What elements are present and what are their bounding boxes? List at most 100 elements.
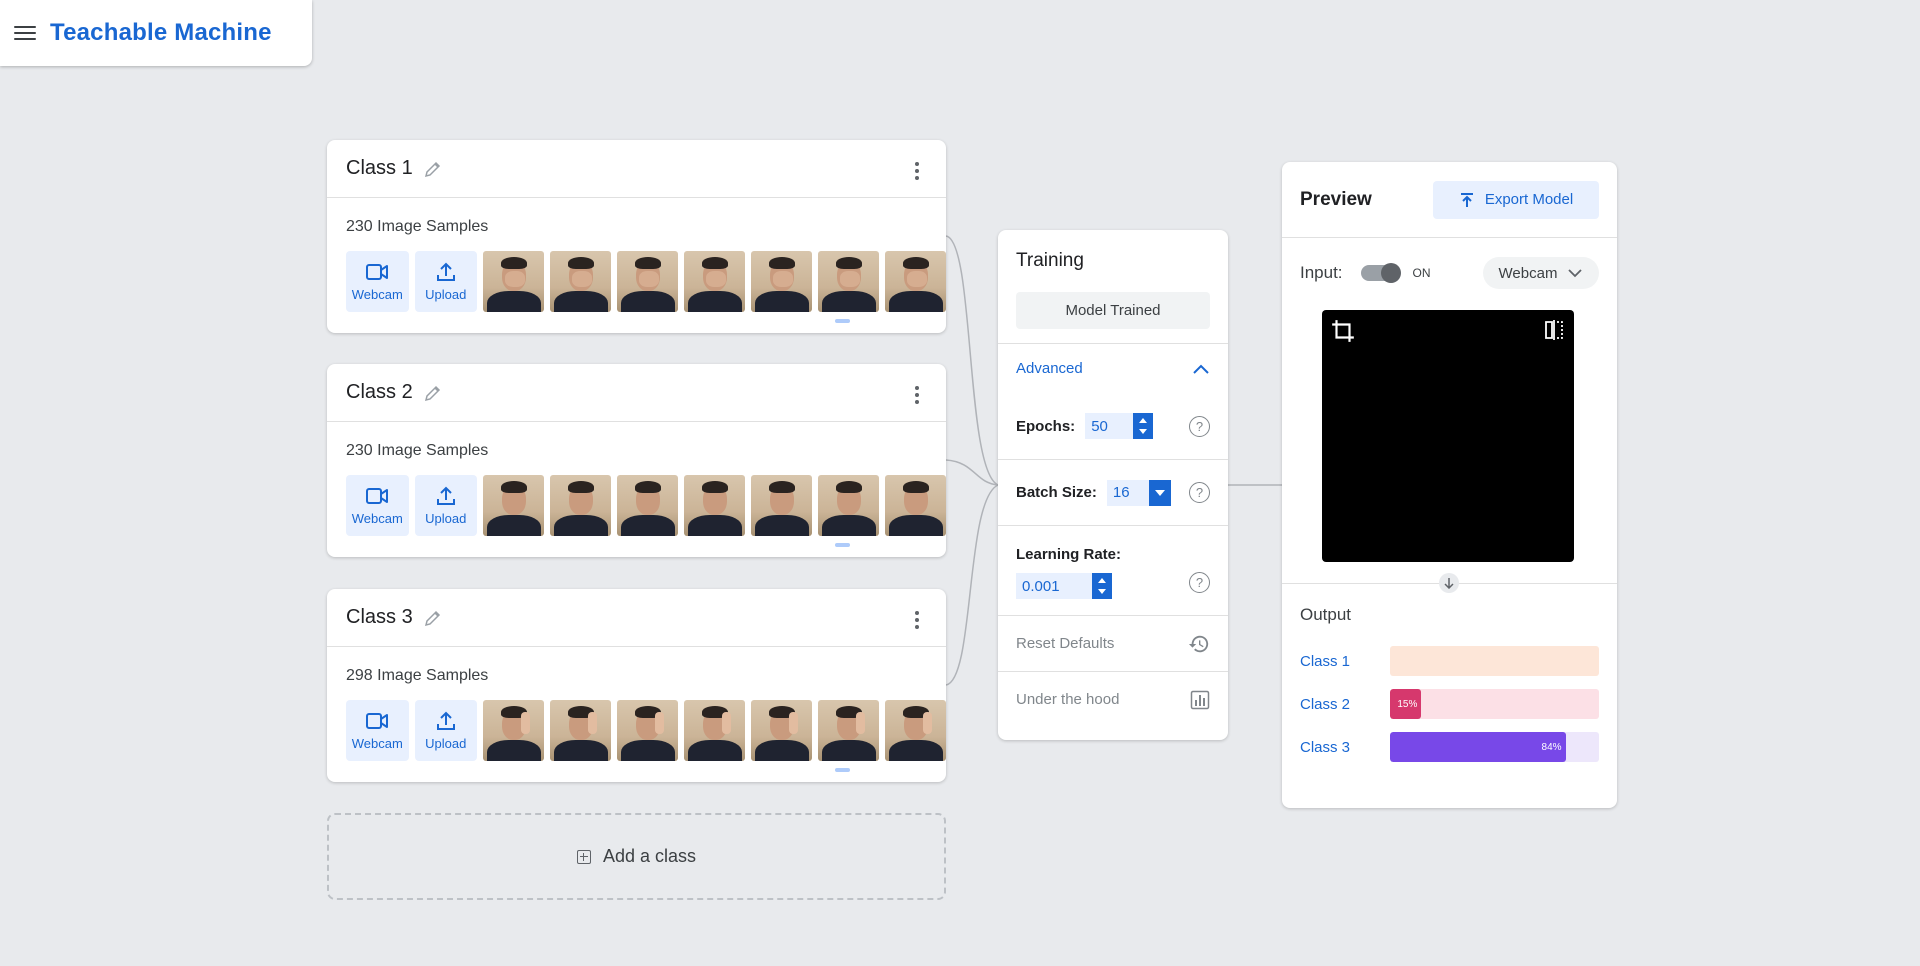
training-panel: Training Model Trained Advanced Epochs: …	[998, 230, 1228, 740]
upload-button[interactable]: Upload	[414, 251, 477, 312]
class-header: Class 2	[327, 364, 946, 422]
sample-thumbnail[interactable]	[550, 251, 611, 312]
preview-title: Preview	[1300, 188, 1372, 210]
output-row: Class 2 15%	[1300, 689, 1599, 719]
webcam-button[interactable]: Webcam	[346, 251, 409, 312]
under-the-hood-button[interactable]: Under the hood	[998, 671, 1228, 727]
confidence-fill: 15%	[1390, 689, 1422, 719]
sample-thumbnail[interactable]	[483, 475, 544, 536]
sample-thumbnail[interactable]	[550, 700, 611, 761]
add-class-label: Add a class	[602, 846, 697, 866]
sample-thumbnail[interactable]	[550, 475, 611, 536]
output-class-label: Class 3	[1300, 738, 1351, 756]
sample-thumbnail[interactable]	[818, 700, 879, 761]
learning-rate-value: 0.001	[1022, 577, 1060, 595]
batch-size-value: 16	[1112, 484, 1130, 501]
sample-thumbnail[interactable]	[684, 475, 745, 536]
train-model-button[interactable]: Model Trained	[1016, 292, 1210, 329]
sample-thumbnail[interactable]	[617, 700, 678, 761]
learning-rate-input[interactable]: 0.001	[1016, 573, 1112, 599]
sample-thumbnail[interactable]	[617, 475, 678, 536]
help-icon[interactable]: ?	[1189, 572, 1210, 593]
upload-button-label: Upload	[425, 511, 467, 526]
confidence-bar: 15%	[1390, 689, 1599, 719]
output-class-label: Class 1	[1300, 652, 1351, 670]
chevron-up-icon	[1193, 364, 1209, 374]
sample-row: Webcam Upload	[346, 700, 946, 761]
pencil-icon[interactable]	[423, 608, 443, 628]
more-options-icon[interactable]	[914, 386, 920, 404]
help-icon[interactable]: ?	[1189, 482, 1210, 503]
output-row: Class 3 84%	[1300, 732, 1599, 762]
video-camera-icon	[366, 264, 389, 280]
sample-thumbnail[interactable]	[483, 700, 544, 761]
class-name[interactable]: Class 2	[346, 381, 413, 404]
input-toggle[interactable]	[1360, 263, 1401, 283]
class-card: Class 3 298 Image Samples Webcam Upload	[327, 589, 946, 782]
more-options-icon[interactable]	[914, 162, 920, 180]
crop-icon[interactable]	[1330, 318, 1356, 344]
sample-thumbnail[interactable]	[818, 251, 879, 312]
upload-button[interactable]: Upload	[414, 475, 477, 536]
webcam-button[interactable]: Webcam	[346, 475, 409, 536]
sample-row: Webcam Upload	[346, 475, 946, 536]
scroll-indicator[interactable]	[835, 319, 850, 323]
class-name[interactable]: Class 1	[346, 157, 413, 180]
add-box-icon	[576, 849, 591, 864]
history-icon	[1188, 635, 1209, 652]
input-source-value: Webcam	[1498, 264, 1558, 282]
class-body: 230 Image Samples Webcam Upload	[327, 422, 946, 536]
learning-rate-stepper[interactable]	[1092, 573, 1112, 599]
upload-button[interactable]: Upload	[414, 700, 477, 761]
epochs-input[interactable]: 50	[1085, 413, 1154, 439]
add-class-button[interactable]: Add a class	[327, 813, 946, 900]
epochs-value: 50	[1091, 417, 1108, 435]
help-icon[interactable]: ?	[1189, 415, 1210, 437]
bar-chart-icon	[1190, 690, 1210, 709]
sample-thumbnail[interactable]	[885, 475, 946, 536]
output-row: Class 1	[1300, 646, 1599, 676]
export-model-label: Export Model	[1484, 191, 1574, 208]
flip-icon[interactable]	[1542, 318, 1566, 342]
preview-panel: Preview Export Model Input: ON Webcam Ou…	[1282, 162, 1617, 808]
reset-defaults-button[interactable]: Reset Defaults	[998, 615, 1228, 671]
class-header: Class 3	[327, 589, 946, 647]
class-body: 298 Image Samples Webcam Upload	[327, 647, 946, 761]
sample-thumbnail[interactable]	[885, 251, 946, 312]
batch-size-select[interactable]: 16	[1106, 479, 1171, 506]
sample-thumbnail[interactable]	[617, 251, 678, 312]
pencil-icon[interactable]	[423, 383, 443, 403]
class-name[interactable]: Class 3	[346, 606, 413, 629]
export-model-button[interactable]: Export Model	[1433, 180, 1599, 219]
video-camera-icon	[366, 713, 389, 729]
sample-row: Webcam Upload	[346, 251, 946, 312]
learning-rate-label: Learning Rate:	[1016, 546, 1122, 563]
sample-thumbnail[interactable]	[751, 475, 812, 536]
sample-thumbnail[interactable]	[483, 251, 544, 312]
output-title: Output	[1300, 605, 1352, 624]
input-source-select[interactable]: Webcam	[1483, 257, 1599, 289]
confidence-bar: 84%	[1390, 732, 1599, 762]
class-card: Class 1 230 Image Samples Webcam Upload	[327, 140, 946, 333]
sample-thumbnail[interactable]	[751, 700, 812, 761]
webcam-preview	[1322, 310, 1574, 562]
sample-thumbnail[interactable]	[684, 251, 745, 312]
scroll-indicator[interactable]	[835, 543, 850, 547]
sample-thumbnail[interactable]	[818, 475, 879, 536]
sample-thumbnail[interactable]	[885, 700, 946, 761]
sample-thumbnail[interactable]	[751, 251, 812, 312]
webcam-button-label: Webcam	[351, 287, 403, 302]
reset-defaults-label: Reset Defaults	[1016, 635, 1115, 652]
dropdown-arrow-icon[interactable]	[1148, 479, 1171, 506]
scroll-indicator[interactable]	[835, 768, 850, 772]
more-options-icon[interactable]	[914, 611, 920, 629]
pencil-icon[interactable]	[423, 159, 443, 179]
advanced-toggle[interactable]: Advanced	[998, 343, 1228, 393]
epochs-stepper[interactable]	[1133, 413, 1154, 439]
class-card: Class 2 230 Image Samples Webcam Upload	[327, 364, 946, 557]
confidence-bar	[1390, 646, 1599, 676]
hamburger-menu-icon[interactable]	[14, 24, 36, 42]
sample-thumbnail[interactable]	[684, 700, 745, 761]
toggle-state-label: ON	[1412, 266, 1431, 280]
webcam-button[interactable]: Webcam	[346, 700, 409, 761]
